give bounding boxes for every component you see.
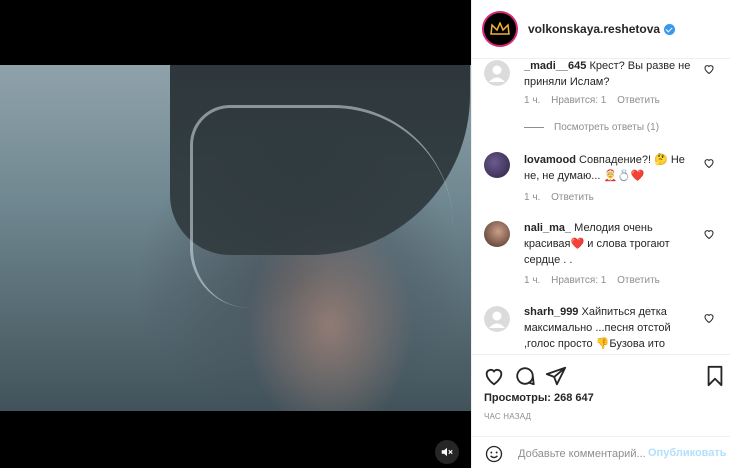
mute-button[interactable]: [435, 440, 459, 464]
comment-text: _madi__645 Крест? Вы разве не приняли Ис…: [524, 58, 694, 90]
post-actions: [472, 354, 730, 389]
publish-button[interactable]: Опубликовать: [648, 447, 727, 459]
share-send-icon[interactable]: [545, 365, 567, 387]
comment-meta: 1 ч. Нравится: 1 Ответить: [524, 275, 668, 286]
comment-text: lovamood Совпадение?! 🤔 Не не, не думаю.…: [524, 152, 694, 184]
video-frame[interactable]: [0, 65, 471, 411]
comment-time[interactable]: 1 ч.: [524, 275, 540, 286]
views-count[interactable]: Просмотры: 268 647: [484, 392, 594, 404]
comment-meta: 1 ч. Ответить: [524, 192, 602, 203]
post-timestamp[interactable]: ЧАС НАЗАД: [484, 412, 531, 421]
heart-outline-icon[interactable]: [703, 157, 715, 169]
comment-likes[interactable]: Нравится: 1: [551, 275, 606, 286]
speaker-muted-icon: [441, 447, 453, 457]
user-avatar[interactable]: [484, 152, 510, 178]
comment-time[interactable]: 1 ч.: [524, 95, 540, 106]
post-header: volkonskaya.reshetova: [472, 0, 730, 59]
comment-text: sharh_999 Хайпиться детка максимально ..…: [524, 304, 694, 352]
comment-username[interactable]: nali_ma_: [524, 222, 571, 234]
post-side-panel: volkonskaya.reshetova _madi__645 Крест? …: [471, 0, 730, 468]
video-visor-shape: [190, 105, 453, 308]
comment-time[interactable]: 1 ч.: [524, 192, 540, 203]
crown-logo-icon: [490, 22, 510, 35]
heart-outline-icon[interactable]: [703, 63, 715, 75]
username[interactable]: volkonskaya.reshetova: [528, 22, 660, 36]
reply-button[interactable]: Ответить: [551, 192, 594, 203]
comment-likes[interactable]: Нравится: 1: [551, 95, 606, 106]
verified-badge-icon: [664, 23, 676, 35]
avatar[interactable]: [482, 11, 518, 47]
reply-button[interactable]: Ответить: [617, 275, 660, 286]
add-comment-bar: Опубликовать: [472, 436, 730, 469]
emoji-smiley-icon[interactable]: [485, 445, 503, 463]
comment-username[interactable]: _madi__645: [524, 60, 586, 72]
default-avatar-icon[interactable]: [484, 306, 510, 332]
reply-button[interactable]: Ответить: [617, 95, 660, 106]
like-heart-icon[interactable]: [483, 365, 505, 387]
bookmark-save-icon[interactable]: [704, 365, 726, 387]
comment-username[interactable]: lovamood: [524, 154, 576, 166]
heart-outline-icon[interactable]: [703, 312, 715, 324]
user-avatar[interactable]: [484, 221, 510, 247]
comment-text: nali_ma_ Мелодия очень красивая❤️ и слов…: [524, 220, 694, 268]
default-avatar-icon[interactable]: [484, 60, 510, 86]
heart-outline-icon[interactable]: [703, 228, 715, 240]
comment-input[interactable]: [516, 443, 648, 465]
comment-meta: 1 ч. Нравится: 1 Ответить: [524, 95, 668, 106]
comment-username[interactable]: sharh_999: [524, 306, 578, 318]
post-media[interactable]: [0, 0, 471, 468]
comment-bubble-icon[interactable]: [514, 365, 536, 387]
view-replies-button[interactable]: Посмотреть ответы (1): [524, 122, 659, 133]
comments-list[interactable]: _madi__645 Крест? Вы разве не приняли Ис…: [472, 58, 730, 354]
